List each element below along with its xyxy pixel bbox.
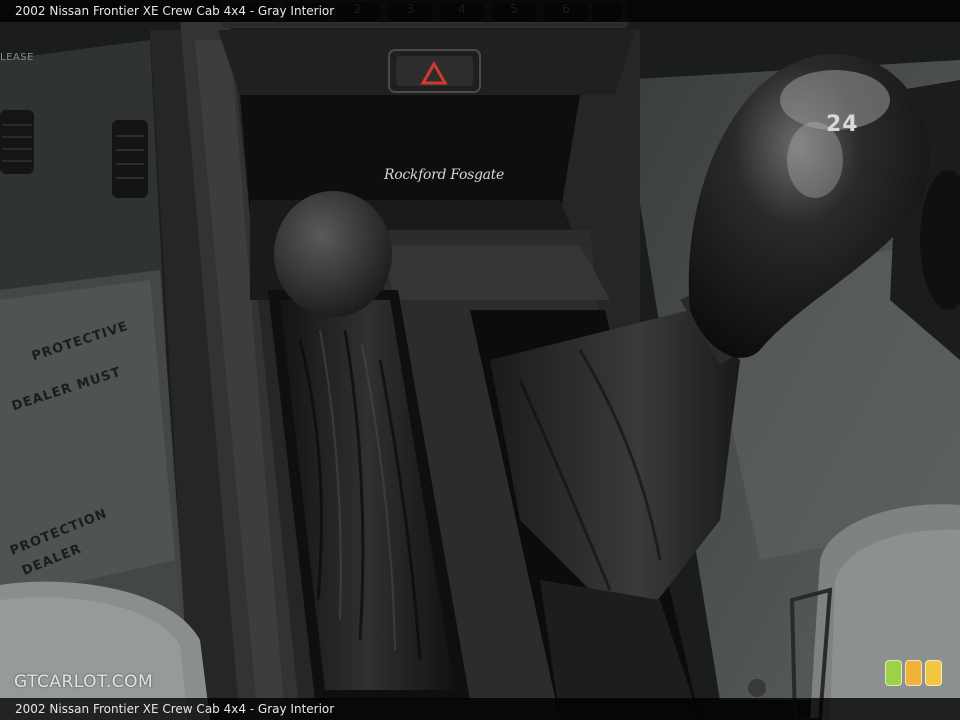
caption-bottom: 2002 Nissan Frontier XE Crew Cab 4x4 - G… <box>0 698 960 720</box>
badge-orange <box>905 660 922 686</box>
caption-top: 2002 Nissan Frontier XE Crew Cab 4x4 - G… <box>0 0 960 22</box>
shift-knob-label: 24 <box>826 112 859 137</box>
interior-photo <box>0 0 960 720</box>
color-badges <box>885 660 945 688</box>
photo-frame: 2 3 4 5 6 LEASE Rockford Fosgate 4H 24 D… <box>0 0 960 720</box>
badge-green <box>885 660 902 686</box>
rockford-fosgate-logo: Rockford Fosgate <box>384 167 504 183</box>
badge-yellow <box>925 660 942 686</box>
transfer-knob-label: 4H <box>318 238 332 249</box>
gtcarlot-watermark: GTCARLOT.COM <box>14 672 154 692</box>
hood-release-label: LEASE <box>0 52 34 63</box>
